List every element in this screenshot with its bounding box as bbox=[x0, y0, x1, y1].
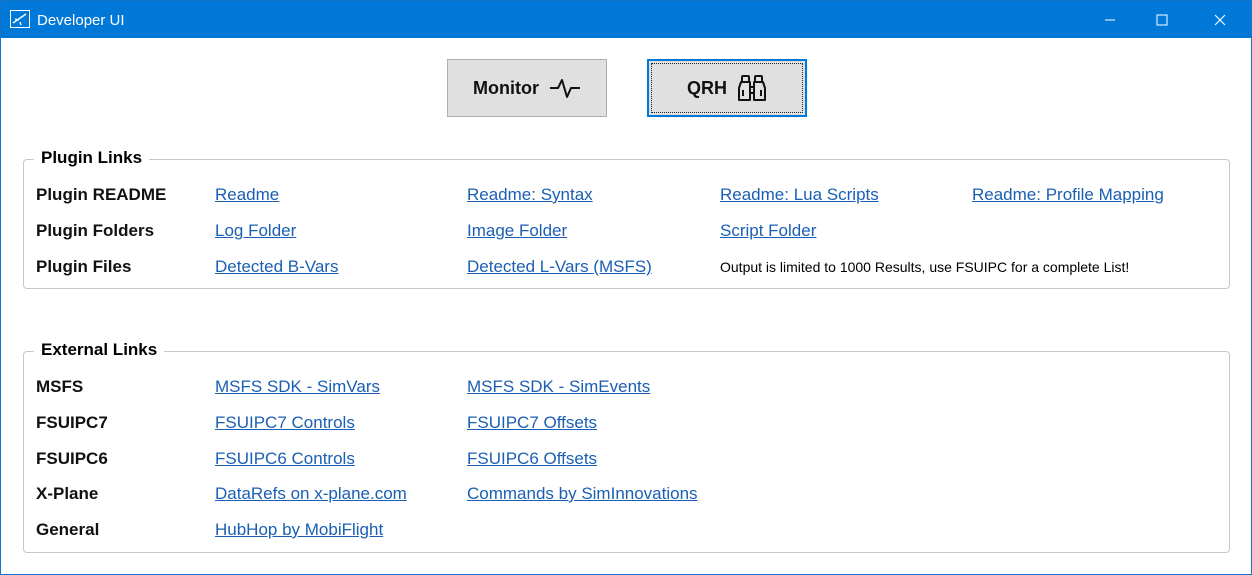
close-icon bbox=[1214, 14, 1226, 25]
external-links-title: External Links bbox=[34, 340, 165, 360]
minimize-icon bbox=[1105, 19, 1115, 20]
external-links-group: External Links MSFS MSFS SDK - SimVars M… bbox=[23, 340, 1230, 553]
plugin-folders-label: Plugin Folders bbox=[36, 221, 155, 240]
detected-b-vars-link[interactable]: Detected B-Vars bbox=[215, 257, 338, 277]
qrh-button[interactable]: QRH bbox=[647, 59, 807, 117]
fsuipc6-label: FSUIPC6 bbox=[36, 449, 108, 468]
plugin-files-label: Plugin Files bbox=[36, 257, 132, 276]
script-folder-link[interactable]: Script Folder bbox=[720, 221, 816, 241]
plugin-links-title: Plugin Links bbox=[34, 148, 150, 168]
readme-link[interactable]: Readme bbox=[215, 185, 279, 205]
x-plane-label: X-Plane bbox=[36, 484, 99, 503]
app-icon bbox=[10, 10, 30, 28]
monitor-button[interactable]: Monitor bbox=[447, 59, 607, 117]
fsuipc7-offsets-link[interactable]: FSUIPC7 Offsets bbox=[467, 413, 597, 433]
log-folder-link[interactable]: Log Folder bbox=[215, 221, 296, 241]
pulse-icon bbox=[549, 79, 580, 98]
datarefs-link[interactable]: DataRefs on x-plane.com bbox=[215, 484, 407, 504]
readme-lua-scripts-link[interactable]: Readme: Lua Scripts bbox=[720, 185, 879, 205]
focus-rectangle bbox=[651, 63, 803, 113]
msfs-sdk-simvars-link[interactable]: MSFS SDK - SimVars bbox=[215, 377, 380, 397]
image-folder-link[interactable]: Image Folder bbox=[467, 221, 567, 241]
plugin-readme-label: Plugin README bbox=[36, 185, 167, 204]
maximize-icon bbox=[1156, 14, 1168, 25]
detected-l-vars-link[interactable]: Detected L-Vars (MSFS) bbox=[467, 257, 652, 277]
monitor-label: Monitor bbox=[473, 77, 539, 98]
minimize-button[interactable] bbox=[1087, 1, 1133, 38]
msfs-label: MSFS bbox=[36, 377, 84, 396]
hubhop-link[interactable]: HubHop by MobiFlight bbox=[215, 520, 383, 540]
fsuipc6-controls-link[interactable]: FSUIPC6 Controls bbox=[215, 449, 355, 469]
plugin-links-group: Plugin Links Plugin README Readme Readme… bbox=[23, 148, 1230, 289]
fsuipc6-offsets-link[interactable]: FSUIPC6 Offsets bbox=[467, 449, 597, 469]
maximize-button[interactable] bbox=[1139, 1, 1185, 38]
fsuipc7-controls-link[interactable]: FSUIPC7 Controls bbox=[215, 413, 355, 433]
output-limit-note: Output is limited to 1000 Results, use F… bbox=[720, 259, 1130, 275]
general-label: General bbox=[36, 520, 100, 539]
developer-ui-window: Developer UI Monitor QRH Plugin Links Pl… bbox=[0, 0, 1252, 575]
close-button[interactable] bbox=[1197, 1, 1243, 38]
title-bar[interactable]: Developer UI bbox=[1, 1, 1251, 38]
fsuipc7-label: FSUIPC7 bbox=[36, 413, 108, 432]
msfs-sdk-simevents-link[interactable]: MSFS SDK - SimEvents bbox=[467, 377, 650, 397]
readme-syntax-link[interactable]: Readme: Syntax bbox=[467, 185, 593, 205]
commands-siminnovations-link[interactable]: Commands by SimInnovations bbox=[467, 484, 698, 504]
readme-profile-mapping-link[interactable]: Readme: Profile Mapping bbox=[972, 185, 1164, 205]
window-title: Developer UI bbox=[37, 12, 125, 29]
